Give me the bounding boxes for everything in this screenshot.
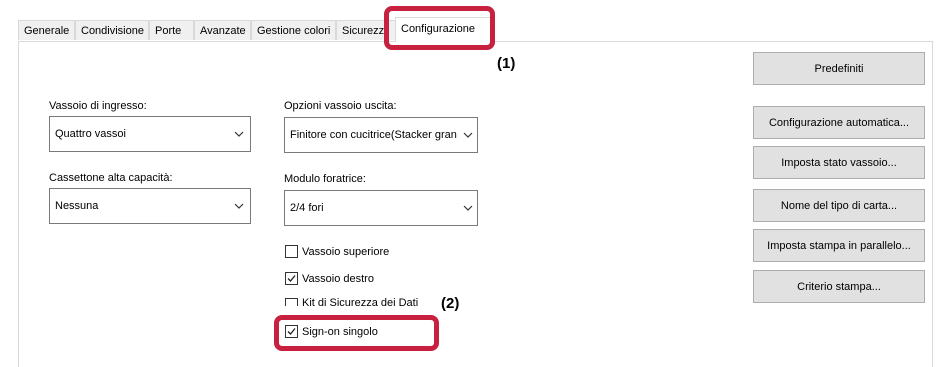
high-capacity-label: Cassettone alta capacità: xyxy=(49,172,173,184)
print-policy-button[interactable]: Criterio stampa... xyxy=(753,270,925,303)
checkbox-vassoio-superiore[interactable]: Vassoio superiore xyxy=(285,245,389,258)
paper-type-name-button[interactable]: Nome del tipo di carta... xyxy=(753,189,925,222)
input-tray-select[interactable]: Quattro vassoi xyxy=(49,116,251,152)
checkbox-kit-sicurezza[interactable]: Kit di Sicurezza dei Dati xyxy=(285,298,418,306)
auto-config-button[interactable]: Configurazione automatica... xyxy=(753,106,925,139)
high-capacity-value: Nessuna xyxy=(55,200,99,212)
output-tray-select[interactable]: Finitore con cucitrice(Stacker gran xyxy=(284,117,478,153)
input-tray-label: Vassoio di ingresso: xyxy=(49,100,147,112)
checkbox-vassoio-destro[interactable]: Vassoio destro xyxy=(285,272,374,285)
high-capacity-select[interactable]: Nessuna xyxy=(49,188,251,224)
tray-status-button[interactable]: Imposta stato vassoio... xyxy=(753,146,925,179)
output-tray-value: Finitore con cucitrice(Stacker gran xyxy=(290,129,457,141)
checkbox-label: Vassoio destro xyxy=(302,272,374,285)
checkbox-label: Kit di Sicurezza dei Dati xyxy=(302,298,419,306)
punch-module-select[interactable]: 2/4 fori xyxy=(284,190,478,226)
defaults-button[interactable]: Predefiniti xyxy=(753,52,925,85)
checkbox-box[interactable] xyxy=(285,245,298,258)
tab-generale[interactable]: Generale xyxy=(18,20,75,40)
chevron-down-icon xyxy=(459,132,477,138)
punch-module-label: Modulo foratrice: xyxy=(284,173,366,185)
checkbox-sign-on-singolo[interactable]: Sign-on singolo xyxy=(285,325,378,338)
punch-module-value: 2/4 fori xyxy=(290,202,324,214)
tab-porte[interactable]: Porte xyxy=(149,20,194,40)
input-tray-value: Quattro vassoi xyxy=(55,128,126,140)
callout-2: (2) xyxy=(441,295,460,312)
checkbox-label: Vassoio superiore xyxy=(302,245,390,258)
chevron-down-icon xyxy=(459,205,477,211)
checkbox-box[interactable] xyxy=(285,272,298,285)
checkmark-icon xyxy=(287,275,296,282)
tab-avanzate[interactable]: Avanzate xyxy=(194,20,251,40)
chevron-down-icon xyxy=(228,131,250,137)
tab-condivisione[interactable]: Condivisione xyxy=(75,20,149,40)
checkbox-box[interactable] xyxy=(285,325,298,338)
callout-1: (1) xyxy=(497,55,516,72)
tab-configurazione[interactable]: Configurazione xyxy=(395,17,491,42)
parallel-print-button[interactable]: Imposta stampa in parallelo... xyxy=(753,229,925,262)
checkbox-box[interactable] xyxy=(285,298,298,306)
chevron-down-icon xyxy=(228,203,250,209)
checkmark-icon xyxy=(287,328,296,335)
checkbox-label: Sign-on singolo xyxy=(302,325,378,338)
tab-sicurezza[interactable]: Sicurezz xyxy=(336,20,398,40)
tab-gestione-colori[interactable]: Gestione colori xyxy=(251,20,336,40)
output-tray-label: Opzioni vassoio uscita: xyxy=(284,100,397,112)
